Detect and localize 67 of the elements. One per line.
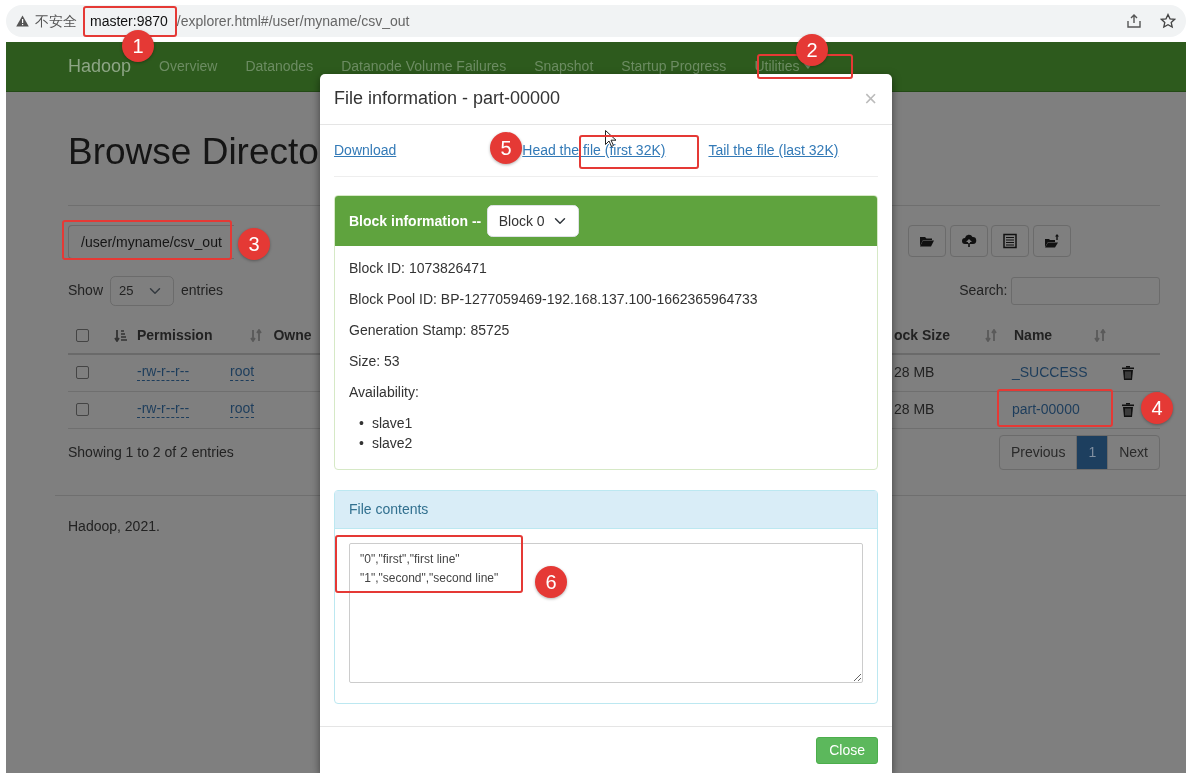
row-checkbox[interactable] [76, 366, 89, 380]
block-field: Generation Stamp: 85725 [349, 320, 863, 341]
block-field: Block ID: 1073826471 [349, 258, 863, 279]
file-name-link[interactable]: part-00000 [1012, 399, 1122, 421]
close-button[interactable]: × [864, 88, 877, 110]
footer-text: Hadoop, 2021. [68, 517, 160, 534]
block-field: Size: 53 [349, 351, 863, 372]
page-heading: Browse Directo [68, 132, 320, 174]
page-size-select[interactable]: 25 [110, 275, 175, 306]
toolbar-button[interactable] [908, 224, 946, 257]
select-all-checkbox[interactable] [76, 328, 89, 342]
warning-icon [16, 15, 29, 27]
sort-icon [114, 328, 127, 342]
pagination-button[interactable]: 1 [1076, 435, 1108, 469]
path-field[interactable]: /user/myname/csv_out [68, 224, 234, 259]
pagination-button[interactable]: Previous [999, 435, 1077, 469]
column-header: Owne [273, 325, 312, 345]
toolbar-button[interactable] [991, 224, 1029, 257]
nav-link[interactable]: Snapshot [520, 56, 608, 77]
list-bullet: • [359, 414, 364, 433]
permission-link[interactable]: -rw-r--r-- [137, 401, 190, 418]
column-header: Permission [137, 325, 213, 345]
column-header: Name [1014, 325, 1054, 345]
share-icon[interactable] [1126, 13, 1142, 29]
file-action-link[interactable]: Tail the file (last 32K) [708, 140, 839, 161]
security-label: 不安全 [35, 11, 77, 31]
host-item: slave2 [371, 434, 413, 453]
column-header: ock Size [894, 325, 952, 345]
star-icon[interactable] [1160, 13, 1176, 29]
trash-icon[interactable] [1122, 365, 1134, 380]
list-icon [1002, 232, 1018, 249]
permission-link[interactable]: -rw-r--r-- [137, 364, 190, 381]
sort-icon [250, 328, 263, 342]
block-field: Block Pool ID: BP-1277059469-192.168.137.100-1662365964733 [349, 289, 863, 310]
owner-link[interactable]: root [230, 364, 255, 381]
search-label: Search: [959, 281, 1008, 301]
nav-link[interactable]: Startup Progress [607, 56, 741, 77]
toolbar-button[interactable] [1032, 224, 1071, 257]
list-bullet: • [359, 434, 364, 453]
table-cell-text: 28 MB [894, 400, 936, 420]
panel-title: Block information -- [349, 211, 482, 231]
sort-icon [1094, 328, 1106, 342]
nav-link[interactable]: Datanode Volume Failures [327, 56, 521, 77]
table-cell-text: 28 MB [894, 363, 936, 383]
availability-label: Availability: [349, 383, 420, 402]
file-action-link[interactable]: Download [334, 140, 397, 161]
url-path: /explorer.html#/user/myname/csv_out [176, 11, 410, 31]
host-item: slave1 [371, 414, 413, 433]
file-name-link[interactable]: _SUCCESS [1012, 362, 1122, 384]
toolbar-button[interactable] [949, 224, 988, 257]
show-label: Show [68, 281, 104, 301]
pagination-button[interactable]: Next [1107, 435, 1159, 469]
owner-link[interactable]: root [230, 401, 255, 418]
entries-label: entries [181, 281, 224, 301]
close-button[interactable]: Close [816, 737, 878, 764]
modal-title: File information - part-00000 [334, 88, 561, 110]
trash-icon[interactable] [1122, 402, 1134, 417]
row-checkbox[interactable] [76, 403, 89, 417]
nav-link[interactable]: Datanodes [231, 56, 328, 77]
cloud-upload-icon [960, 232, 977, 249]
block-select[interactable]: Block 0 [487, 205, 580, 237]
sort-icon [985, 328, 997, 342]
panel-title: File contents [335, 491, 877, 529]
address-bar[interactable]: 不安全 master:9870 /explorer.html#/user/myname/csv_out [6, 5, 1186, 37]
folder-upload-icon [1043, 232, 1060, 249]
file-action-link[interactable]: Head the file (first 32K) [522, 140, 666, 161]
entries-summary: Showing 1 to 2 of 2 entries [68, 443, 234, 460]
